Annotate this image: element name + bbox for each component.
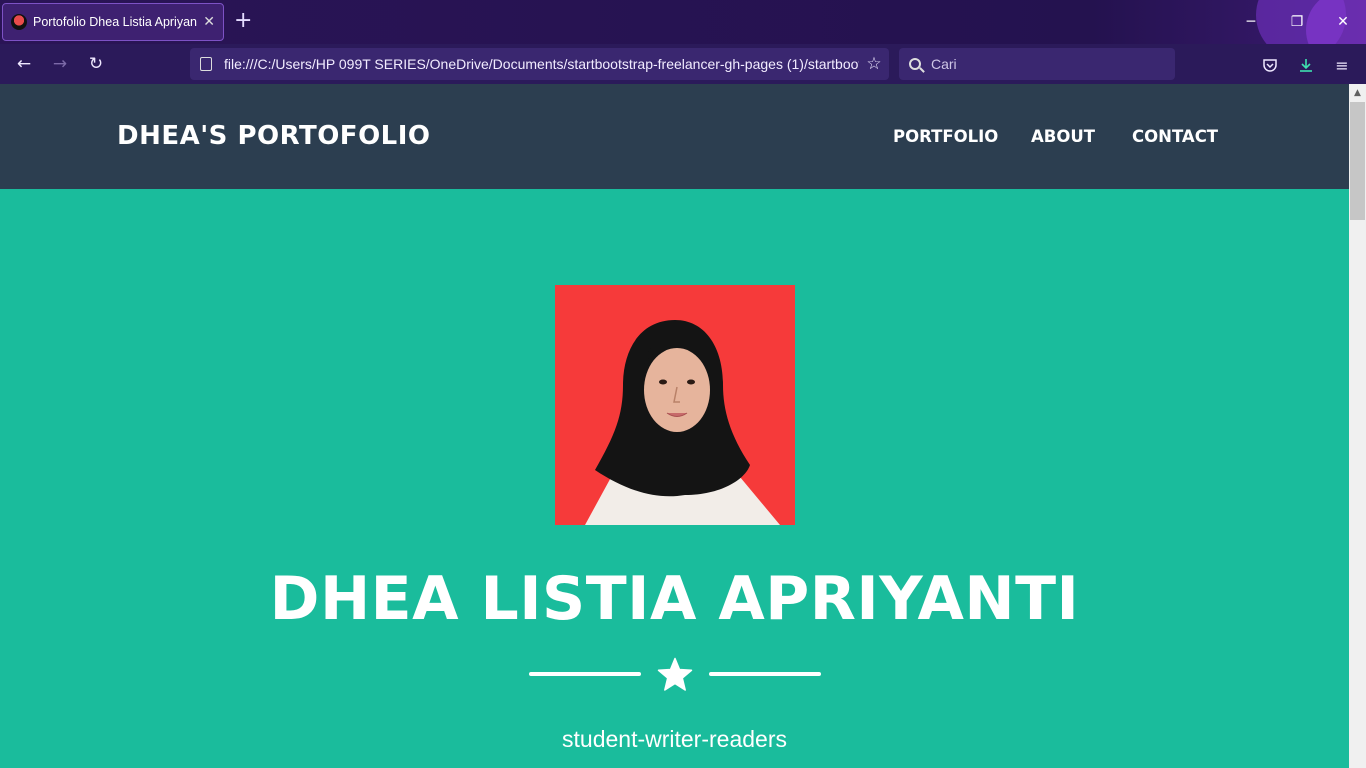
- scroll-up-arrow-icon[interactable]: ▲: [1349, 84, 1366, 101]
- page-file-icon: [200, 57, 212, 71]
- bookmark-star-icon[interactable]: ☆: [859, 54, 889, 74]
- new-tab-plus-icon[interactable]: +: [234, 10, 252, 32]
- address-url[interactable]: file:///C:/Users/HP 099T SERIES/OneDrive…: [224, 56, 859, 72]
- window-minimize-icon[interactable]: ─: [1228, 0, 1274, 44]
- window-close-icon[interactable]: ✕: [1320, 0, 1366, 44]
- scroll-thumb[interactable]: [1350, 102, 1365, 220]
- site-navbar: DHEA'S PORTOFOLIO PORTFOLIO ABOUT CONTAC…: [0, 84, 1349, 189]
- divider-line-right: [709, 672, 821, 676]
- star-icon: [657, 657, 693, 691]
- search-bar[interactable]: [899, 48, 1175, 80]
- browser-tab-bar: Portofolio Dhea Listia Apriyanti ✕ + ─ ❐…: [0, 0, 1366, 44]
- pocket-icon[interactable]: [1259, 54, 1281, 76]
- downloads-icon[interactable]: [1295, 54, 1317, 76]
- tab-favicon-icon: [11, 14, 27, 30]
- nav-link-portfolio[interactable]: PORTFOLIO: [893, 127, 998, 146]
- hero-title: DHEA LISTIA APRIYANTI: [269, 564, 1080, 634]
- hero-subtitle: student-writer-readers: [562, 726, 787, 752]
- tab-title: Portofolio Dhea Listia Apriyanti: [33, 15, 198, 29]
- browser-tab-active[interactable]: Portofolio Dhea Listia Apriyanti ✕: [2, 3, 224, 41]
- forward-arrow-icon[interactable]: →: [48, 52, 72, 76]
- tab-close-icon[interactable]: ✕: [203, 14, 215, 30]
- masthead: DHEA LISTIA APRIYANTI student-writer-rea…: [0, 189, 1349, 768]
- menu-hamburger-icon[interactable]: ≡: [1331, 54, 1353, 76]
- page-scrollbar[interactable]: ▲: [1349, 84, 1366, 768]
- star-divider: [529, 657, 821, 693]
- divider-line-left: [529, 672, 641, 676]
- search-input[interactable]: [931, 56, 1161, 72]
- nav-link-about[interactable]: ABOUT: [1031, 127, 1095, 146]
- nav-link-contact[interactable]: CONTACT: [1132, 127, 1218, 146]
- reload-icon[interactable]: ↻: [84, 52, 108, 76]
- search-icon: [909, 58, 921, 70]
- browser-toolbar: ← → ↻ file:///C:/Users/HP 099T SERIES/On…: [0, 44, 1366, 84]
- back-arrow-icon[interactable]: ←: [12, 52, 36, 76]
- address-bar[interactable]: file:///C:/Users/HP 099T SERIES/OneDrive…: [190, 48, 889, 80]
- profile-photo: [555, 285, 795, 525]
- window-restore-icon[interactable]: ❐: [1274, 0, 1320, 44]
- site-brand[interactable]: DHEA'S PORTOFOLIO: [117, 121, 431, 151]
